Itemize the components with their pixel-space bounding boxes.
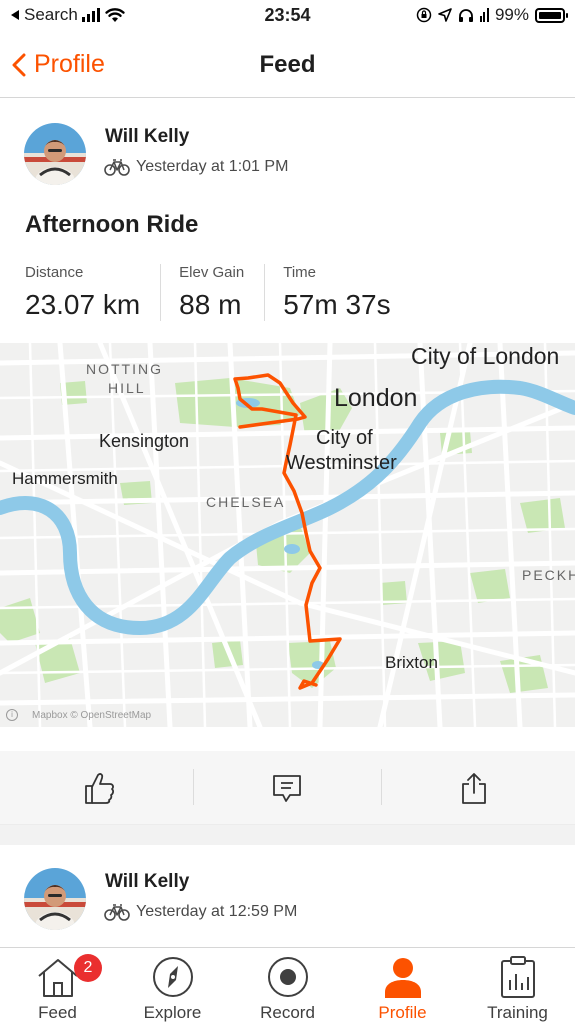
comment-icon <box>273 775 301 802</box>
stat-value: 23.07 km <box>25 289 141 320</box>
tab-explore[interactable]: Explore <box>115 948 230 1024</box>
status-bar: Search 23:54 99% <box>0 0 575 32</box>
athlete-avatar[interactable] <box>24 123 86 185</box>
tab-label: Profile <box>378 1003 427 1022</box>
map-label-peckham: PECKH <box>522 567 575 583</box>
map-label-kensington: Kensington <box>99 431 190 451</box>
tab-label: Training <box>487 1003 548 1022</box>
headphones-icon <box>458 8 473 22</box>
location-arrow-icon <box>438 8 452 22</box>
compass-icon <box>152 957 193 997</box>
share-icon <box>462 773 486 804</box>
clipboard-chart-icon <box>500 956 535 998</box>
battery-icon <box>535 7 568 23</box>
tab-feed[interactable]: 2 Feed <box>0 948 115 1024</box>
card-spacer <box>0 727 575 751</box>
stat-time: Time 57m 37s <box>264 264 410 321</box>
athlete-avatar-2[interactable] <box>24 868 86 930</box>
tab-label: Explore <box>143 1003 202 1022</box>
battery-percent: 99% <box>494 5 529 24</box>
activity-meta: Yesterday at 1:01 PM <box>104 158 288 176</box>
feed-separator <box>0 825 575 845</box>
map-label-hammersmith: Hammersmith <box>12 469 118 488</box>
activity-stats: Distance 23.07 km Elev Gain 88 m Time 57… <box>25 264 411 321</box>
avatar-photo <box>24 868 86 930</box>
activity-actions <box>0 751 575 825</box>
kudos-button[interactable] <box>3 751 195 825</box>
stat-elev-gain: Elev Gain 88 m <box>160 264 264 321</box>
nav-header: Profile Feed <box>0 32 575 98</box>
tab-label: Record <box>260 1003 315 1022</box>
map-label-city-of-london: City of London <box>411 343 560 369</box>
stat-label: Time <box>283 264 316 281</box>
athlete-name[interactable]: Will Kelly <box>105 126 189 148</box>
tab-record[interactable]: Record <box>230 948 345 1024</box>
activity-title[interactable]: Afternoon Ride <box>25 211 198 239</box>
comment-button[interactable] <box>191 751 383 825</box>
athlete-name-2[interactable]: Will Kelly <box>105 871 189 893</box>
bike-icon <box>104 904 130 921</box>
record-icon <box>267 957 308 997</box>
map-label-westminster: Westminster <box>286 452 397 474</box>
stat-distance: Distance 23.07 km <box>25 264 160 321</box>
map-info-icon[interactable]: i <box>6 709 18 721</box>
activity-meta-2: Yesterday at 12:59 PM <box>104 903 297 921</box>
map-label-notting-hill: NOTTING <box>86 361 163 377</box>
cellular-signal-icon-2 <box>479 8 489 22</box>
stat-value: 57m 37s <box>283 289 391 320</box>
map-label-notting-hill-2: HILL <box>108 380 146 396</box>
notification-badge: 2 <box>74 954 102 982</box>
route-map[interactable]: NOTTING HILL City of London London Kensi… <box>0 343 575 727</box>
bike-icon <box>104 159 130 176</box>
status-indicators: 99% <box>416 5 568 25</box>
home-icon <box>37 959 78 997</box>
tab-label: Feed <box>38 1003 77 1022</box>
activity-timestamp-2: Yesterday at 12:59 PM <box>136 903 298 920</box>
stat-value: 88 m <box>179 289 242 320</box>
avatar-photo <box>24 123 86 185</box>
map-attribution[interactable]: i Mapbox © OpenStreetMap <box>6 709 151 721</box>
map-label-london: London <box>334 384 418 412</box>
map-label-brixton: Brixton <box>385 653 438 672</box>
share-button[interactable] <box>378 751 570 825</box>
map-label-chelsea: CHELSEA <box>206 494 286 510</box>
orientation-lock-icon <box>416 7 432 23</box>
tab-training[interactable]: Training <box>460 948 575 1024</box>
map-label-city-of: City of <box>316 427 373 449</box>
tab-bar: 2 Feed Explore Record Profile Training <box>0 947 575 1024</box>
page-title: Feed <box>259 51 316 78</box>
activity-timestamp: Yesterday at 1:01 PM <box>136 158 289 175</box>
stat-label: Elev Gain <box>179 264 245 281</box>
map-attribution-text: Mapbox © OpenStreetMap <box>32 709 152 721</box>
person-icon <box>384 958 421 998</box>
thumbs-up-icon <box>85 773 114 804</box>
map-base <box>0 343 575 727</box>
tab-profile[interactable]: Profile <box>345 948 460 1024</box>
stat-label: Distance <box>25 264 84 281</box>
